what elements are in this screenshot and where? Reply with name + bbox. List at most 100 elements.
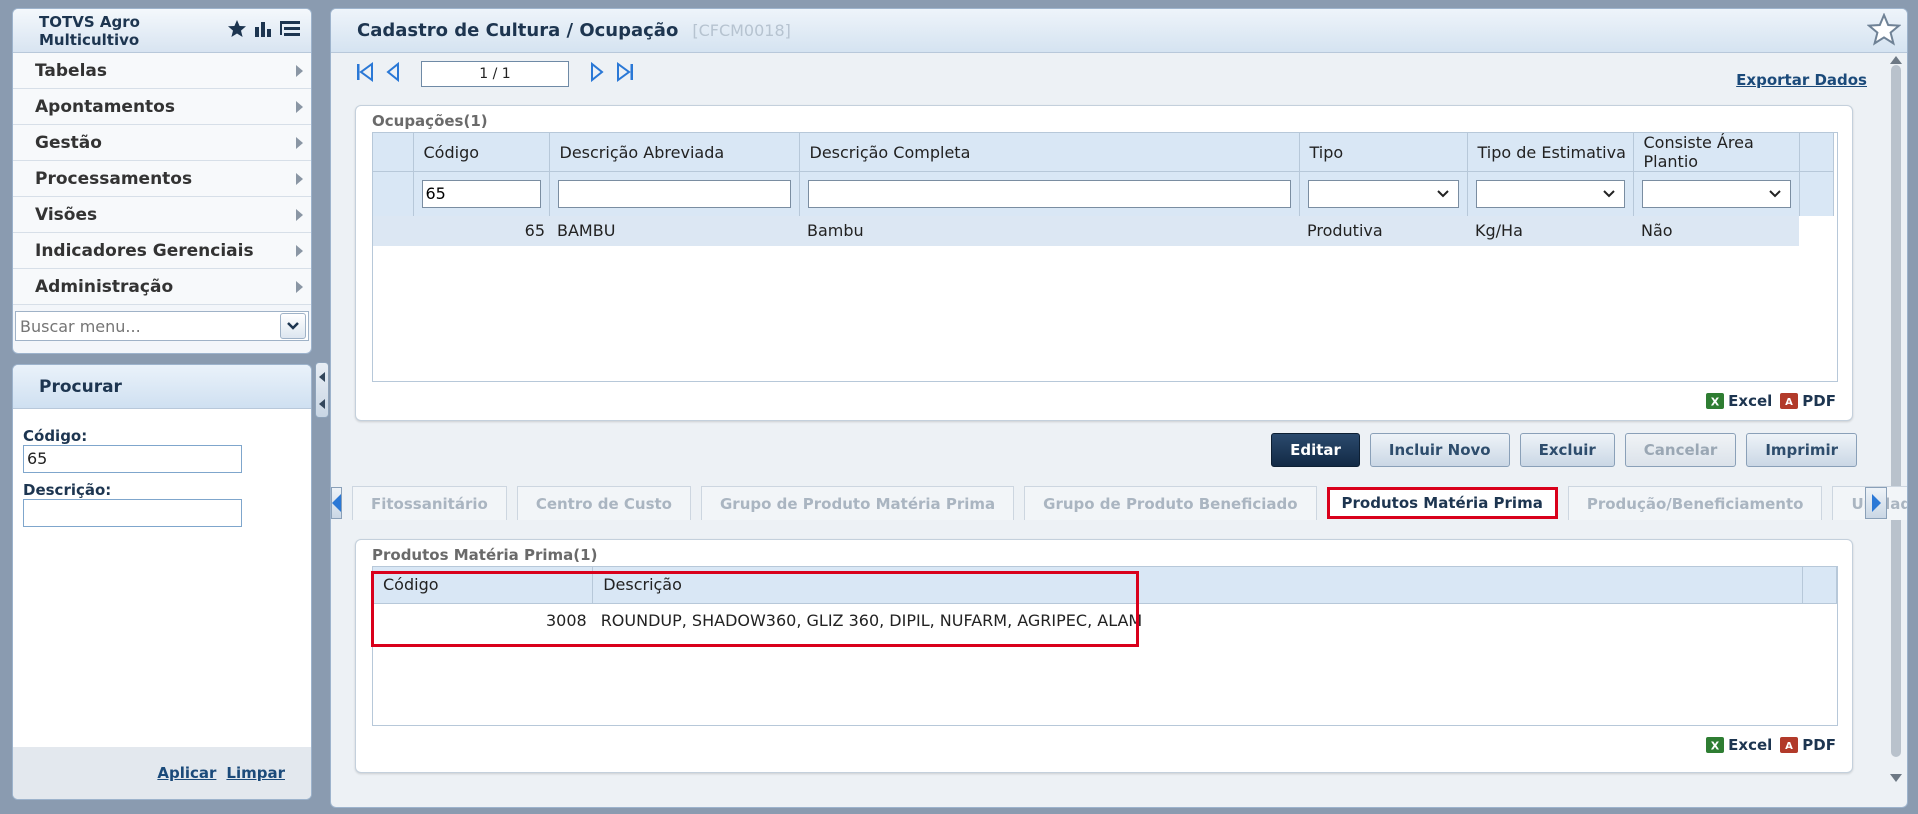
codigo-label: Código: <box>23 427 88 445</box>
filter-consiste-area-select[interactable] <box>1641 179 1791 208</box>
filter-codigo-input[interactable] <box>421 179 541 208</box>
column-header-tipo[interactable]: Tipo <box>1299 133 1468 172</box>
tab-grupo-produto-beneficiado[interactable]: Grupo de Produto Beneficiado <box>1024 486 1317 520</box>
produtos-header-row: Código Descrição <box>373 567 1837 604</box>
edit-button[interactable]: Editar <box>1271 433 1360 467</box>
filter-descricao-completa-input[interactable] <box>807 179 1291 208</box>
export-data-link[interactable]: Exportar Dados <box>1736 71 1867 89</box>
apply-link[interactable]: Aplicar <box>157 764 216 782</box>
menu-item-visoes[interactable]: Visões <box>13 197 311 233</box>
bar-chart-icon[interactable] <box>253 19 273 43</box>
tab-grupo-produto-materia-prima[interactable]: Grupo de Produto Matéria Prima <box>701 486 1015 520</box>
cancel-button[interactable]: Cancelar <box>1624 433 1737 467</box>
delete-button[interactable]: Excluir <box>1519 433 1615 467</box>
select-column-header <box>373 133 414 172</box>
excel-label: Excel <box>1728 392 1773 410</box>
pdf-export-button[interactable]: A PDF <box>1780 736 1836 754</box>
chevron-right-icon <box>296 137 303 149</box>
cell-produto-descricao: ROUNDUP, SHADOW360, GLIZ 360, DIPIL, NUF… <box>600 610 1143 630</box>
column-header-descricao-abreviada[interactable]: Descrição Abreviada <box>549 133 800 172</box>
excel-icon: X <box>1706 737 1725 753</box>
chevron-right-icon <box>296 281 303 293</box>
column-header-produto-descricao[interactable]: Descrição <box>592 567 1804 604</box>
pdf-icon: A <box>1780 737 1799 753</box>
excel-export-button[interactable]: X Excel <box>1706 736 1772 754</box>
search-panel: Procurar Código: 65 Descrição: Aplicar L… <box>12 364 312 800</box>
column-header-tipo-estimativa[interactable]: Tipo de Estimativa <box>1467 133 1634 172</box>
favorites-star-icon[interactable] <box>227 19 247 43</box>
filler-column-header <box>1799 133 1834 172</box>
favorite-star-icon[interactable] <box>1866 12 1902 51</box>
print-button[interactable]: Imprimir <box>1746 433 1857 467</box>
last-page-icon[interactable] <box>615 61 635 87</box>
collapse-sidebar-handle[interactable] <box>315 362 329 418</box>
chevron-right-icon <box>296 209 303 221</box>
codigo-search-input[interactable]: 65 <box>23 445 242 473</box>
scrollbar-thumb[interactable] <box>1891 65 1901 757</box>
descricao-search-input[interactable] <box>23 499 242 527</box>
add-new-button[interactable]: Incluir Novo <box>1369 433 1510 467</box>
column-header-consiste-area[interactable]: Consiste Área Plantio <box>1633 133 1800 172</box>
tab-fitossanitario[interactable]: Fitossanitário <box>352 486 507 520</box>
produtos-title: Produtos Matéria Prima(1) <box>372 546 598 564</box>
table-row[interactable]: 65 BAMBU Bambu Produtiva Kg/Ha Não <box>373 215 1833 246</box>
filter-tipo-select[interactable] <box>1307 179 1459 208</box>
detail-tab-bar: Fitossanitário Centro de Custo Grupo de … <box>331 483 1907 523</box>
menu-item-label: Indicadores Gerenciais <box>35 240 254 261</box>
menu-item-apontamentos[interactable]: Apontamentos <box>13 89 311 125</box>
tab-scroll-left-button[interactable] <box>331 487 342 519</box>
descricao-label: Descrição: <box>23 481 112 499</box>
chevron-down-icon <box>287 322 299 330</box>
ocupacoes-title: Ocupações(1) <box>372 112 488 130</box>
clear-link[interactable]: Limpar <box>226 764 285 782</box>
collapse-left-icon <box>319 398 325 409</box>
menu-item-administracao[interactable]: Administração <box>13 269 311 305</box>
chevron-right-icon <box>296 245 303 257</box>
tab-producao-beneficiamento[interactable]: Produção/Beneficiamento <box>1567 486 1823 520</box>
main-header: Cadastro de Cultura / Ocupação [CFCM0018… <box>331 9 1907 53</box>
chevron-down-icon <box>1768 190 1781 198</box>
menu-header: TOTVS Agro Multicultivo <box>13 9 311 53</box>
vertical-scrollbar[interactable] <box>1889 55 1903 783</box>
menu-item-gestao[interactable]: Gestão <box>13 125 311 161</box>
pdf-export-button[interactable]: A PDF <box>1780 392 1836 410</box>
svg-text:X: X <box>1711 396 1720 409</box>
chevron-down-icon <box>1436 190 1449 198</box>
tree-list-icon[interactable] <box>279 19 301 43</box>
tab-centro-custo[interactable]: Centro de Custo <box>516 486 691 520</box>
filter-descricao-abreviada-input[interactable] <box>557 179 791 208</box>
menu-item-processamentos[interactable]: Processamentos <box>13 161 311 197</box>
row-select-cell <box>373 215 413 246</box>
tab-produtos-materia-prima[interactable]: Produtos Matéria Prima <box>1326 487 1558 519</box>
menu-search <box>15 311 309 341</box>
cell-filler <box>1799 215 1833 246</box>
action-buttons: Editar Incluir Novo Excluir Cancelar Imp… <box>1271 433 1857 467</box>
page-indicator-input[interactable]: 1 / 1 <box>421 61 569 87</box>
collapse-left-icon <box>319 371 325 382</box>
column-header-produto-codigo[interactable]: Código <box>373 567 594 604</box>
pdf-icon: A <box>1780 393 1799 409</box>
menu-search-input[interactable] <box>16 312 280 340</box>
menu-item-indicadores[interactable]: Indicadores Gerenciais <box>13 233 311 269</box>
first-page-icon[interactable] <box>355 61 375 87</box>
produtos-group: Produtos Matéria Prima(1) Código Descriç… <box>355 539 1853 773</box>
arrow-right-icon <box>1871 494 1881 512</box>
menu-item-label: Tabelas <box>35 60 107 81</box>
main-panel: Cadastro de Cultura / Ocupação [CFCM0018… <box>330 8 1908 808</box>
menu-search-dropdown-button[interactable] <box>280 313 306 339</box>
arrow-left-icon <box>332 494 341 512</box>
menu-item-label: Apontamentos <box>35 96 175 117</box>
tab-scroll-right-button[interactable] <box>1865 487 1887 519</box>
menu-item-tabelas[interactable]: Tabelas <box>13 53 311 89</box>
excel-export-button[interactable]: X Excel <box>1706 392 1772 410</box>
next-page-icon[interactable] <box>589 61 605 87</box>
filler-column-header <box>1802 567 1837 604</box>
previous-page-icon[interactable] <box>385 61 401 87</box>
ocupacoes-grid: Código Descrição Abreviada Descrição Com… <box>372 132 1838 382</box>
column-header-descricao-completa[interactable]: Descrição Completa <box>799 133 1300 172</box>
filter-tipo-estimativa-select[interactable] <box>1475 179 1625 208</box>
column-header-codigo[interactable]: Código <box>413 133 550 172</box>
pdf-label: PDF <box>1802 736 1836 754</box>
table-row[interactable]: 3008 ROUNDUP, SHADOW360, GLIZ 360, DIPIL… <box>373 603 1837 637</box>
chevron-right-icon <box>296 173 303 185</box>
